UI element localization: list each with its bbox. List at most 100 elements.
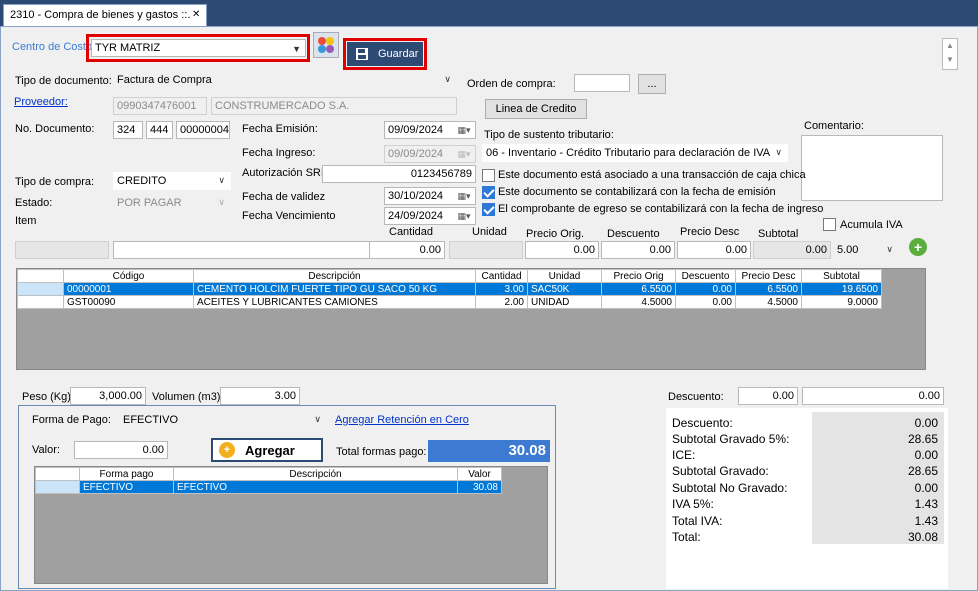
col-disc-price[interactable]: Precio Desc	[735, 269, 802, 283]
volume-input[interactable]: 3.00	[220, 387, 300, 405]
doc-no-2[interactable]: 444	[146, 121, 173, 139]
purchase-type-select[interactable]: CREDITO ∨	[113, 172, 231, 190]
petty-cash-checkbox[interactable]	[482, 169, 495, 182]
total-row-subtotal-taxed: Subtotal Gravado: 28.65	[672, 464, 938, 478]
grid-row-header	[35, 467, 80, 481]
add-payment-button[interactable]: + Agregar	[211, 438, 323, 462]
items-grid[interactable]: Código Descripción Cantidad Unidad Preci…	[16, 268, 926, 370]
discount-total-input[interactable]: 0.00	[802, 387, 944, 405]
due-label: Fecha Vencimiento	[242, 210, 336, 222]
credit-line-button[interactable]: Linea de Credito	[485, 99, 587, 119]
weight-input[interactable]: 3,000.00	[70, 387, 146, 405]
cost-center-label: Centro de Costo	[12, 41, 93, 53]
entry-sub-header: Subtotal	[758, 228, 799, 240]
entry-qty-input[interactable]: 0.00	[369, 241, 445, 259]
col-quantity[interactable]: Cantidad	[475, 269, 528, 283]
chevron-down-icon: ▼	[292, 44, 301, 54]
entry-orig-header: Precio Orig.	[526, 228, 585, 240]
entry-pdesc-input[interactable]: 0.00	[677, 241, 751, 259]
chevron-down-icon: ∨	[886, 244, 893, 254]
entry-disc-input[interactable]: 0.00	[601, 241, 675, 259]
total-row-subtotal-5: Subtotal Gravado 5%: 28.65	[672, 432, 938, 446]
total-forms-label: Total formas pago:	[336, 446, 427, 458]
col-discount[interactable]: Descuento	[675, 269, 736, 283]
emission-date-check-label: Este documento se contabilizará con la f…	[498, 186, 776, 198]
add-item-icon[interactable]: +	[909, 238, 927, 256]
supplier-link[interactable]: Proveedor:	[14, 96, 68, 108]
close-icon[interactable]: ✕	[192, 9, 200, 20]
item-label: Item	[15, 215, 37, 227]
entry-orig-input[interactable]: 0.00	[525, 241, 599, 259]
status-label: Estado:	[15, 197, 53, 209]
entry-date-checkbox[interactable]	[482, 203, 495, 216]
entry-unit-header: Unidad	[472, 226, 507, 238]
col-pay-form[interactable]: Forma pago	[79, 467, 174, 481]
total-row-iva-5: IVA 5%: 1.43	[672, 497, 938, 511]
color-palette-icon[interactable]	[313, 32, 339, 58]
accumulate-iva-label: Acumula IVA	[840, 219, 903, 231]
accumulate-iva-checkbox[interactable]	[823, 218, 836, 231]
doc-no-3[interactable]: 000000044	[176, 121, 230, 139]
total-row-subtotal-untaxed: Subtotal No Gravado: 0.00	[672, 481, 938, 495]
grid-row-header	[17, 269, 64, 283]
tab-title: 2310 - Compra de bienes y gastos ::.	[10, 9, 191, 21]
document-tab[interactable]: 2310 - Compra de bienes y gastos ::. ✕	[3, 4, 207, 26]
payments-grid[interactable]: Forma pago Descripción Valor EFECTIVO EF…	[34, 466, 548, 584]
item-code-input[interactable]	[15, 241, 109, 259]
status-select: POR PAGAR ∨	[117, 197, 225, 209]
pay-form-label: Forma de Pago:	[32, 414, 111, 426]
support-label: Tipo de sustento tributario:	[484, 129, 614, 141]
iva-rate-select[interactable]: 5.00 ∨	[833, 241, 899, 259]
table-row[interactable]: GST00090 ACEITES Y LUBRICANTES CAMIONES …	[17, 295, 882, 309]
table-row[interactable]: EFECTIVO EFECTIVO 30.08	[35, 480, 502, 494]
comment-label: Comentario:	[804, 120, 864, 132]
calendar-icon[interactable]: ▦▾	[453, 208, 475, 224]
col-pay-value[interactable]: Valor	[457, 467, 502, 481]
entry-qty-header: Cantidad	[389, 226, 434, 238]
entry-label: Fecha Ingreso:	[242, 147, 316, 159]
doc-no-1[interactable]: 324	[113, 121, 143, 139]
chevron-down-icon: ∨	[775, 147, 782, 157]
validity-date[interactable]: 30/10/2024 ▦▾	[384, 187, 476, 205]
order-input[interactable]	[574, 74, 630, 92]
value-label: Valor:	[32, 444, 60, 456]
calendar-icon[interactable]: ▦▾	[453, 122, 475, 138]
sri-input[interactable]: 0123456789	[322, 165, 476, 183]
discount-label: Descuento:	[668, 391, 724, 403]
order-search-button[interactable]: ...	[638, 74, 666, 94]
emission-date[interactable]: 09/09/2024 ▦▾	[384, 121, 476, 139]
total-forms-value: 30.08	[428, 440, 550, 462]
save-button[interactable]: Guardar	[347, 42, 423, 66]
floppy-disk-icon	[356, 48, 368, 60]
pay-form-select[interactable]: EFECTIVO ∨	[119, 411, 327, 429]
discount-input[interactable]: 0.00	[738, 387, 798, 405]
zero-retention-link[interactable]: Agregar Retención en Cero	[335, 414, 469, 426]
col-subtotal[interactable]: Subtotal	[801, 269, 882, 283]
chevron-down-icon: ∨	[314, 414, 321, 424]
col-unit[interactable]: Unidad	[527, 269, 602, 283]
col-pay-desc[interactable]: Descripción	[173, 467, 458, 481]
doc-type-select[interactable]: Factura de Compra ∨	[113, 72, 457, 89]
sri-label: Autorización SRI	[242, 167, 324, 179]
supplier-name: CONSTRUMERCADO S.A.	[211, 97, 457, 115]
chevron-down-icon: ∨	[218, 197, 225, 207]
col-code[interactable]: Código	[63, 269, 194, 283]
total-row-total-iva: Total IVA: 1.43	[672, 514, 938, 528]
col-description[interactable]: Descripción	[193, 269, 476, 283]
weight-label: Peso (Kg):	[22, 391, 74, 403]
scroll-up-button[interactable]: ▲ ▼	[942, 38, 958, 70]
emission-date-checkbox[interactable]	[482, 186, 495, 199]
calendar-icon[interactable]: ▦▾	[453, 188, 475, 204]
chevron-down-icon: ∨	[218, 175, 225, 185]
support-select[interactable]: 06 - Inventario - Crédito Tributario par…	[482, 144, 788, 162]
petty-cash-label: Este documento está asociado a una trans…	[498, 169, 806, 181]
volume-label: Volumen (m3):	[152, 391, 224, 403]
plus-icon: +	[219, 442, 235, 458]
comment-textarea[interactable]	[801, 135, 943, 201]
table-row[interactable]: 00000001 CEMENTO HOLCIM FUERTE TIPO GU S…	[17, 282, 882, 296]
col-orig-price[interactable]: Precio Orig	[601, 269, 676, 283]
value-input[interactable]: 0.00	[74, 441, 168, 459]
due-date[interactable]: 24/09/2024 ▦▾	[384, 207, 476, 225]
cost-center-select[interactable]: TYR MATRIZ ▼	[91, 39, 306, 57]
entry-date-check-label: El comprobante de egreso se contabilizar…	[498, 203, 824, 215]
